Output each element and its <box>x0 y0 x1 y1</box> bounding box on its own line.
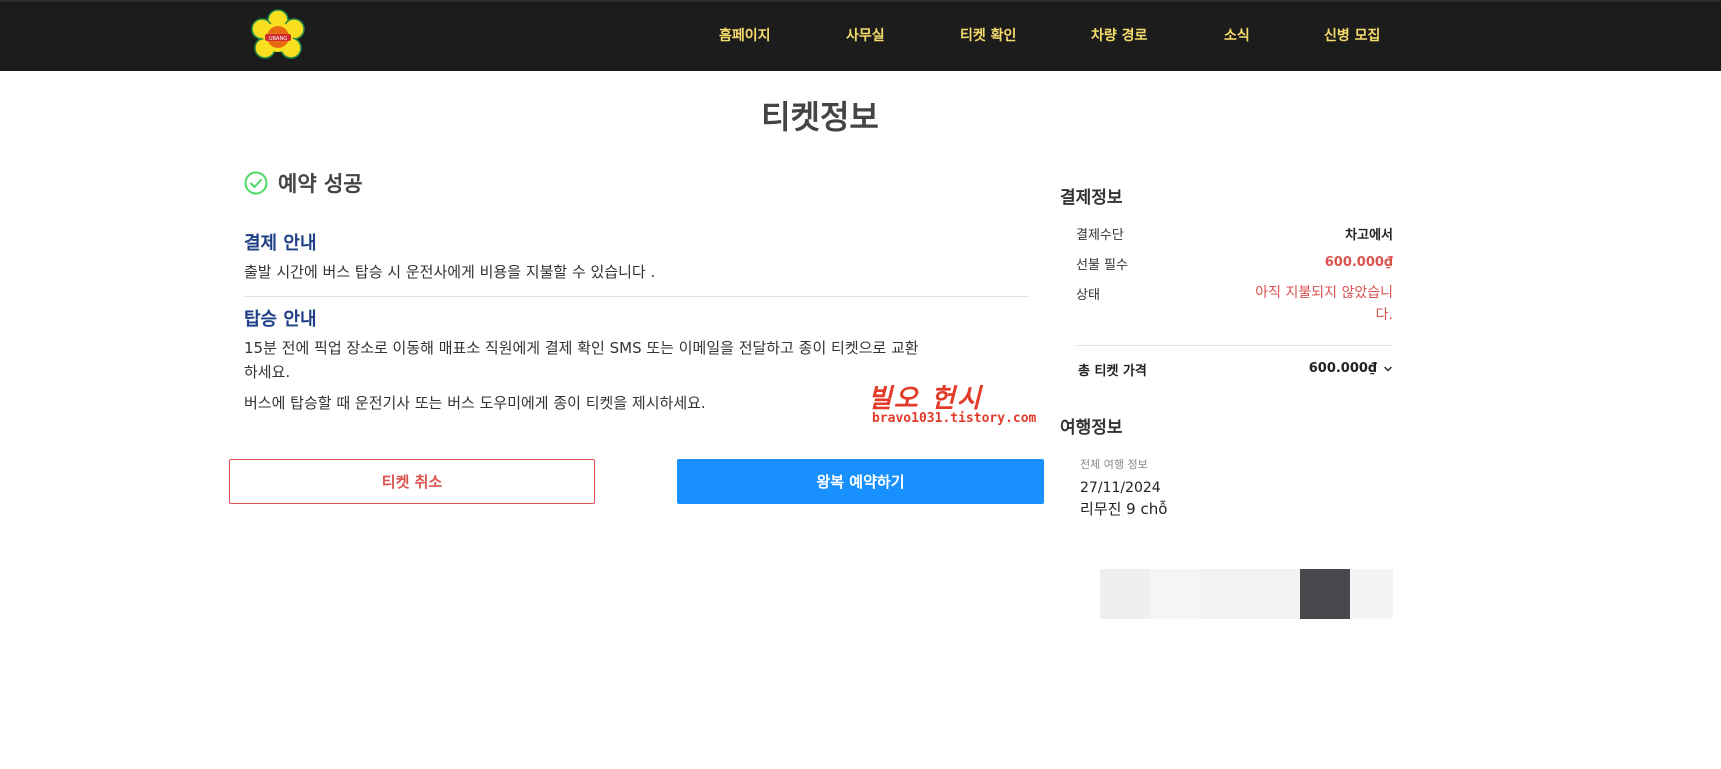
trip-info-heading: 여행정보 <box>1060 418 1123 438</box>
nav-home[interactable]: 홈페이지 <box>719 25 771 45</box>
status-value: 아직 지불되지 않았습니 다. <box>1230 282 1393 326</box>
payment-method-label: 결제수단 <box>1076 228 1124 243</box>
watermark-title: 빌오 헌시 <box>868 384 983 414</box>
boarding-guide-text-1: 15분 전에 픽업 장소로 이동해 매표소 직원에게 결제 확인 SMS 또는 … <box>244 339 919 357</box>
payment-divider <box>1076 345 1393 346</box>
prepay-value: 600.000₫ <box>1324 255 1393 270</box>
watermark-url: bravo1031.tistory.com <box>872 411 1037 426</box>
payment-info-heading: 결제정보 <box>1060 188 1123 208</box>
status-value-line-1: 아직 지불되지 않았습니 <box>1255 285 1393 301</box>
chevron-down-icon <box>1384 366 1392 371</box>
boarding-guide-heading: 탑승 안내 <box>244 309 317 330</box>
color-block <box>1350 569 1393 619</box>
watermark: 빌오 헌시 bravo1031.tistory.com <box>868 378 1038 430</box>
prepay-label: 선불 필수 <box>1076 258 1128 273</box>
nav-vehicle-route[interactable]: 차량 경로 <box>1091 25 1147 45</box>
boarding-guide-text-2: 버스에 탑승할 때 운전기사 또는 버스 도우미에게 종이 티켓을 제시하세요. <box>244 394 706 412</box>
payment-method-value: 차고에서 <box>1345 228 1393 243</box>
color-block <box>1200 569 1250 619</box>
main-nav: 홈페이지 사무실 티켓 확인 차량 경로 소식 신병 모집 <box>0 2 1721 69</box>
color-block <box>1100 569 1150 619</box>
payment-guide-text: 출발 시간에 버스 탑승 시 운전사에게 비용을 지불할 수 있습니다 . <box>244 263 656 281</box>
trip-vehicle: 리무진 9 chỗ <box>1080 500 1168 518</box>
top-navigation-bar: UBANG 홈페이지 사무실 티켓 확인 차량 경로 소식 신병 모집 <box>0 0 1721 71</box>
page-title: 티켓정보 <box>761 98 879 136</box>
cancel-ticket-button[interactable]: 티켓 취소 <box>229 459 595 504</box>
total-price-label: 총 티켓 가격 <box>1078 364 1147 379</box>
total-price-toggle[interactable]: 600.000₫ <box>1309 361 1393 376</box>
status-label: 상태 <box>1076 288 1100 303</box>
booking-status: 예약 성공 <box>244 168 363 198</box>
color-block-strip <box>1100 569 1393 619</box>
section-divider <box>244 296 1029 297</box>
boarding-guide-text-1-cont: 하세요. <box>244 363 291 381</box>
status-value-line-2: 다. <box>1375 307 1393 323</box>
round-trip-booking-button[interactable]: 왕복 예약하기 <box>677 459 1044 504</box>
color-block <box>1300 569 1350 619</box>
total-price-value: 600.000₫ <box>1308 361 1377 376</box>
color-block <box>1150 569 1200 619</box>
nav-news[interactable]: 소식 <box>1224 25 1250 45</box>
nav-recruitment[interactable]: 신병 모집 <box>1324 25 1380 45</box>
trip-info-subheading: 전체 여행 정보 <box>1080 458 1148 471</box>
color-block <box>1250 569 1300 619</box>
booking-status-text: 예약 성공 <box>278 172 363 196</box>
trip-date: 27/11/2024 <box>1080 480 1161 496</box>
check-circle-icon <box>244 171 268 195</box>
nav-office[interactable]: 사무실 <box>846 25 885 45</box>
payment-guide-heading: 결제 안내 <box>244 233 317 254</box>
nav-ticket-check[interactable]: 티켓 확인 <box>960 25 1016 45</box>
